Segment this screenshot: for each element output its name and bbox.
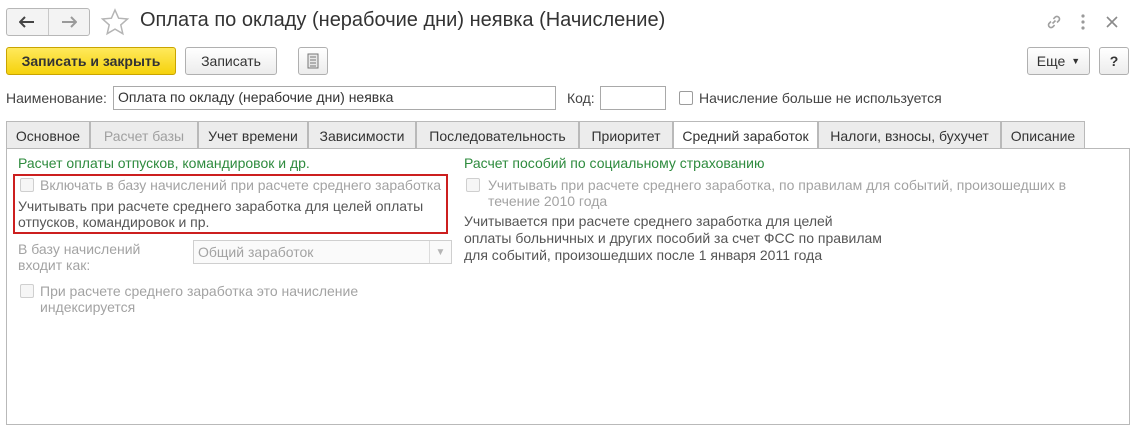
tab-dependencies[interactable]: Зависимости <box>308 121 416 149</box>
tab-time-accounting[interactable]: Учет времени <box>198 121 308 149</box>
indexed-label-line2: индексируется <box>40 299 136 315</box>
base-type-value: Общий заработок <box>198 244 314 260</box>
save-and-close-button[interactable]: Записать и закрыть <box>6 47 176 75</box>
more-menu-label: Еще <box>1036 53 1066 69</box>
right-group-title: Расчет пособий по социальному страховани… <box>464 155 765 171</box>
star-icon <box>100 8 130 36</box>
base-label-line2: входит как: <box>18 257 91 273</box>
include-in-base-checkbox[interactable] <box>20 178 34 192</box>
tab-priority[interactable]: Приоритет <box>579 121 673 149</box>
close-icon <box>1106 16 1118 28</box>
base-type-select[interactable]: Общий заработок ▼ <box>193 240 452 264</box>
tab-base-calculation[interactable]: Расчет базы <box>90 121 198 149</box>
help-button[interactable]: ? <box>1099 47 1129 75</box>
code-field[interactable] <box>600 86 666 110</box>
name-field[interactable]: Оплата по окладу (нерабочие дни) неявка <box>113 86 556 110</box>
save-button[interactable]: Записать <box>185 47 277 75</box>
link-icon <box>1047 15 1061 29</box>
tab-average-earnings[interactable]: Средний заработок <box>673 121 818 150</box>
document-icon <box>307 53 319 69</box>
close-button[interactable] <box>1100 10 1124 34</box>
more-vertical-icon <box>1081 14 1085 30</box>
name-label: Наименование: <box>6 90 107 106</box>
right-note-line3: для событий, произошедших после 1 января… <box>464 247 823 263</box>
unused-label: Начисление больше не используется <box>699 90 942 106</box>
more-actions-button[interactable] <box>1071 10 1095 34</box>
account-2010-checkbox[interactable] <box>466 178 480 192</box>
title-bar: Оплата по окладу (нерабочие дни) неявка … <box>0 0 1141 44</box>
left-note-line2: отпусков, командировок и пр. <box>18 214 210 230</box>
tab-description[interactable]: Описание <box>1001 121 1085 149</box>
forward-button[interactable] <box>47 9 90 35</box>
page-title: Оплата по окладу (нерабочие дни) неявка … <box>140 9 666 31</box>
more-menu-button[interactable]: Еще ▼ <box>1027 47 1090 75</box>
chevron-down-icon: ▼ <box>1071 56 1081 66</box>
arrow-left-icon <box>19 16 35 28</box>
chevron-down-icon[interactable]: ▼ <box>429 241 451 263</box>
favorite-button[interactable] <box>100 8 130 36</box>
arrow-right-icon <box>61 16 77 28</box>
tab-sequence[interactable]: Последовательность <box>416 121 579 149</box>
right-note-line2: оплаты больничных и других пособий за сч… <box>464 230 882 246</box>
navigation-buttons <box>6 8 90 36</box>
link-button[interactable] <box>1042 10 1066 34</box>
indexed-checkbox[interactable] <box>20 284 34 298</box>
code-label: Код: <box>567 90 595 106</box>
right-note-line1: Учитывается при расчете среднего заработ… <box>464 213 833 229</box>
left-group-title: Расчет оплаты отпусков, командировок и д… <box>18 155 310 171</box>
account-2010-label-line2: течение 2010 года <box>488 193 608 209</box>
include-in-base-label: Включать в базу начислений при расчете с… <box>40 177 442 193</box>
tab-main[interactable]: Основное <box>6 121 90 149</box>
unused-checkbox[interactable] <box>679 91 693 105</box>
tab-taxes[interactable]: Налоги, взносы, бухучет <box>818 121 1001 149</box>
back-button[interactable] <box>7 9 48 35</box>
report-button[interactable] <box>298 47 328 75</box>
